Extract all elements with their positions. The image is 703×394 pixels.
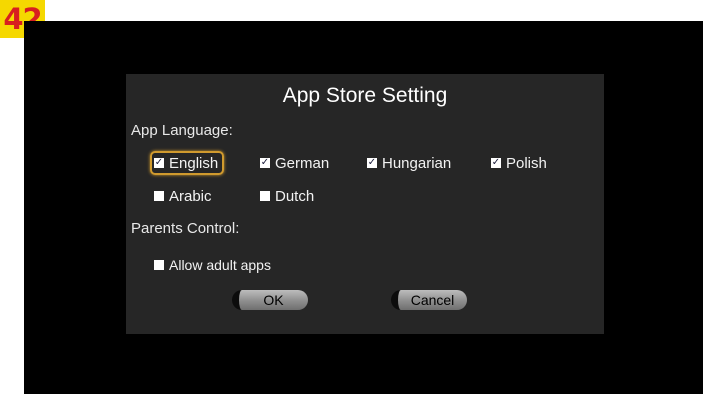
allow-adult-apps-label: Allow adult apps <box>169 257 271 273</box>
cancel-button[interactable]: Cancel <box>391 290 467 310</box>
language-checkbox-german[interactable]: German <box>256 151 335 175</box>
language-checkbox-dutch[interactable]: Dutch <box>256 184 320 208</box>
checkbox-icon <box>367 158 377 168</box>
app-language-label: App Language: <box>131 122 233 139</box>
language-checkbox-hungarian[interactable]: Hungarian <box>363 151 457 175</box>
language-checkbox-arabic[interactable]: Arabic <box>150 184 218 208</box>
parents-control-label: Parents Control: <box>131 220 240 237</box>
app-store-setting-dialog: App Store Setting App Language: English … <box>126 74 604 334</box>
checkbox-icon <box>154 260 164 270</box>
tv-screen: App Store Setting App Language: English … <box>24 21 703 394</box>
ok-button[interactable]: OK <box>232 290 308 310</box>
checkbox-icon <box>260 191 270 201</box>
checkbox-icon <box>154 191 164 201</box>
language-label: English <box>169 154 219 172</box>
allow-adult-apps-checkbox[interactable]: Allow adult apps <box>150 253 277 277</box>
page: 42 App Store Setting App Language: Engli… <box>0 0 703 394</box>
language-label: German <box>275 154 330 172</box>
dialog-title: App Store Setting <box>282 84 448 107</box>
language-checkbox-polish[interactable]: Polish <box>487 151 553 175</box>
language-label: Polish <box>506 154 547 172</box>
checkbox-icon <box>154 158 164 168</box>
language-label: Arabic <box>169 187 212 205</box>
checkbox-icon <box>491 158 501 168</box>
language-checkbox-english[interactable]: English <box>150 151 225 175</box>
language-label: Hungarian <box>382 154 452 172</box>
checkbox-icon <box>260 158 270 168</box>
language-label: Dutch <box>275 187 315 205</box>
